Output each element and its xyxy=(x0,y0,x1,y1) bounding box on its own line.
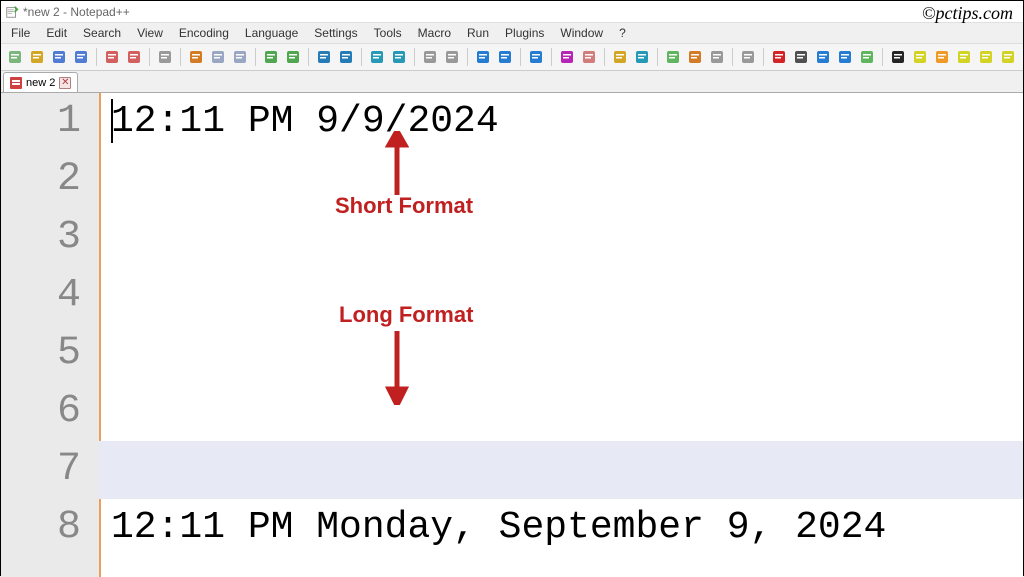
tab-label: new 2 xyxy=(26,77,55,89)
toolbar-separator xyxy=(180,48,181,66)
doc-list-icon[interactable] xyxy=(685,47,705,67)
l-badge-icon[interactable] xyxy=(998,47,1018,67)
toolbar-separator xyxy=(96,48,97,66)
open-file-icon[interactable] xyxy=(27,47,47,67)
toolbar-separator xyxy=(414,48,415,66)
text-content[interactable]: 12:11 PM 9/9/2024 12:11 PM Monday, Septe… xyxy=(99,93,1023,577)
tabbar: new 2 ✕ xyxy=(1,71,1023,93)
menubar: FileEditSearchViewEncodingLanguageSettin… xyxy=(1,23,1023,43)
menu-macro[interactable]: Macro xyxy=(410,24,459,42)
o-badge-icon[interactable] xyxy=(976,47,996,67)
line-number: 4 xyxy=(1,267,81,325)
toolbar-separator xyxy=(520,48,521,66)
lang-icon[interactable] xyxy=(557,47,577,67)
folder-icon[interactable] xyxy=(610,47,630,67)
undo-icon[interactable] xyxy=(261,47,281,67)
toolbar-separator xyxy=(657,48,658,66)
menu-help[interactable]: ? xyxy=(611,24,634,42)
new-file-icon[interactable] xyxy=(5,47,25,67)
menu-plugins[interactable]: Plugins xyxy=(497,24,552,42)
app-icon xyxy=(5,5,19,19)
code-line-8[interactable]: 12:11 PM Monday, September 9, 2024 xyxy=(99,499,1023,557)
code-line-2[interactable] xyxy=(99,151,1023,209)
sync-h-icon[interactable] xyxy=(442,47,462,67)
line-number: 1 xyxy=(1,93,81,151)
toolbar-separator xyxy=(361,48,362,66)
line-number: 8 xyxy=(1,499,81,557)
toolbar xyxy=(1,43,1023,71)
spell-icon[interactable] xyxy=(738,47,758,67)
toolbar-separator xyxy=(882,48,883,66)
titlebar: *new 2 - Notepad++ xyxy=(1,1,1023,23)
line-number: 3 xyxy=(1,209,81,267)
word-wrap-icon[interactable] xyxy=(473,47,493,67)
menu-file[interactable]: File xyxy=(3,24,38,42)
play-multi-icon[interactable] xyxy=(835,47,855,67)
play-icon[interactable] xyxy=(813,47,833,67)
user-lang-icon[interactable] xyxy=(579,47,599,67)
zoom-in-icon[interactable] xyxy=(367,47,387,67)
toolbar-separator xyxy=(732,48,733,66)
indent-guide-icon[interactable] xyxy=(526,47,546,67)
toolbar-separator xyxy=(255,48,256,66)
menu-tools[interactable]: Tools xyxy=(366,24,410,42)
menu-encoding[interactable]: Encoding xyxy=(171,24,237,42)
code-line-6[interactable] xyxy=(99,383,1023,441)
code-line-3[interactable] xyxy=(99,209,1023,267)
line-number: 5 xyxy=(1,325,81,383)
menu-settings[interactable]: Settings xyxy=(306,24,365,42)
save-macro-icon[interactable] xyxy=(857,47,877,67)
close-icon[interactable]: ✕ xyxy=(59,77,71,89)
toolbar-separator xyxy=(551,48,552,66)
toolbar-separator xyxy=(467,48,468,66)
file-modified-icon xyxy=(10,77,22,89)
monitor-icon[interactable] xyxy=(632,47,652,67)
save-icon[interactable] xyxy=(49,47,69,67)
hex-icon[interactable] xyxy=(888,47,908,67)
func-list-icon[interactable] xyxy=(707,47,727,67)
save-all-icon[interactable] xyxy=(71,47,91,67)
cut-icon[interactable] xyxy=(186,47,206,67)
window-title: *new 2 - Notepad++ xyxy=(23,5,130,19)
tab-new2[interactable]: new 2 ✕ xyxy=(3,72,78,92)
toolbar-separator xyxy=(149,48,150,66)
replace-icon[interactable] xyxy=(336,47,356,67)
close-all-icon[interactable] xyxy=(124,47,144,67)
menu-window[interactable]: Window xyxy=(552,24,611,42)
watermark: ©pctips.com xyxy=(922,3,1013,24)
code-line-4[interactable] xyxy=(99,267,1023,325)
toolbar-separator xyxy=(763,48,764,66)
smiley-icon[interactable] xyxy=(910,47,930,67)
menu-edit[interactable]: Edit xyxy=(38,24,75,42)
line-number: 2 xyxy=(1,151,81,209)
paste-icon[interactable] xyxy=(230,47,250,67)
code-line-5[interactable] xyxy=(99,325,1023,383)
sync-v-icon[interactable] xyxy=(420,47,440,67)
line-number-gutter: 12345678 xyxy=(1,93,99,577)
menu-run[interactable]: Run xyxy=(459,24,497,42)
print-icon[interactable] xyxy=(155,47,175,67)
editor: 12345678 12:11 PM 9/9/2024 12:11 PM Mond… xyxy=(1,93,1023,577)
menu-search[interactable]: Search xyxy=(75,24,129,42)
show-all-icon[interactable] xyxy=(495,47,515,67)
code-line-1[interactable]: 12:11 PM 9/9/2024 xyxy=(99,93,1023,151)
menu-language[interactable]: Language xyxy=(237,24,306,42)
menu-view[interactable]: View xyxy=(129,24,171,42)
close-icon[interactable] xyxy=(102,47,122,67)
toolbar-separator xyxy=(604,48,605,66)
doc-map-icon[interactable] xyxy=(663,47,683,67)
record-icon[interactable] xyxy=(769,47,789,67)
stop-icon[interactable] xyxy=(791,47,811,67)
copy-icon[interactable] xyxy=(208,47,228,67)
line-number: 6 xyxy=(1,383,81,441)
line-number: 7 xyxy=(1,441,81,499)
toolbar-separator xyxy=(308,48,309,66)
n-badge-icon[interactable] xyxy=(932,47,952,67)
find-icon[interactable] xyxy=(314,47,334,67)
text-cursor xyxy=(111,99,113,143)
s-badge-icon[interactable] xyxy=(954,47,974,67)
zoom-out-icon[interactable] xyxy=(389,47,409,67)
code-line-7[interactable] xyxy=(99,441,1023,499)
redo-icon[interactable] xyxy=(283,47,303,67)
